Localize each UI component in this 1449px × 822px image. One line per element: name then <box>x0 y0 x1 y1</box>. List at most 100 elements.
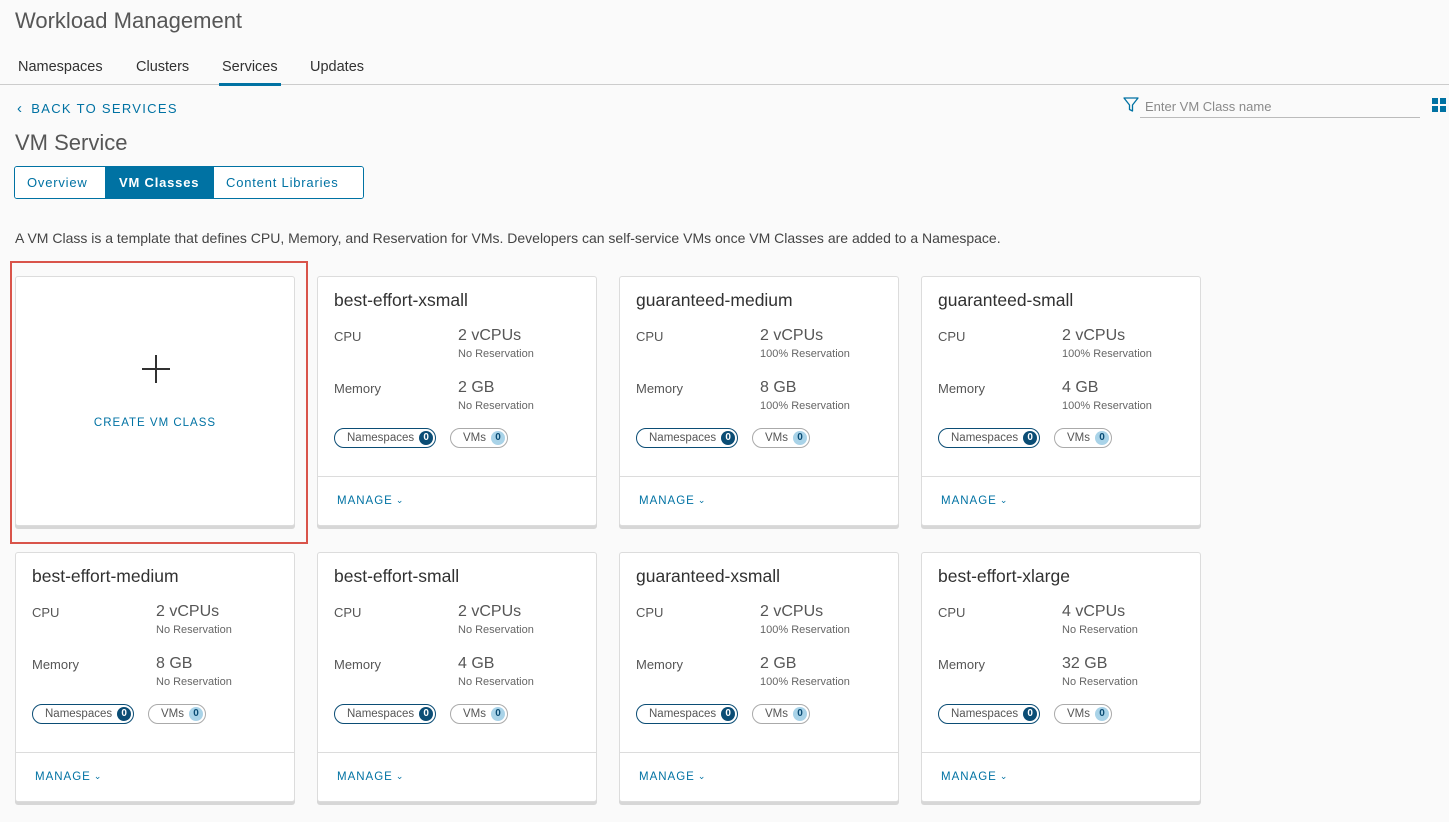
namespaces-badge[interactable]: Namespaces 0 <box>334 428 437 448</box>
memory-reservation: No Reservation <box>458 400 534 412</box>
memory-value: 2 GB <box>760 655 797 672</box>
namespaces-badge[interactable]: Namespaces 0 <box>32 704 135 724</box>
vms-count: 0 <box>189 707 203 721</box>
vms-label: VMs <box>765 708 788 720</box>
vm-service-subtabs: Overview VM Classes Content Libraries <box>14 166 364 199</box>
cpu-reservation: 100% Reservation <box>1062 348 1152 360</box>
cpu-label: CPU <box>636 605 664 620</box>
vm-class-name-input[interactable] <box>1140 96 1420 118</box>
namespaces-count: 0 <box>419 707 434 721</box>
back-to-services-link[interactable]: ‹ BACK TO SERVICES <box>17 100 178 117</box>
namespaces-badge[interactable]: Namespaces 0 <box>636 704 739 724</box>
vms-count: 0 <box>1095 431 1109 445</box>
vms-badge[interactable]: VMs 0 <box>450 428 508 448</box>
manage-button[interactable]: MANAGE ⌄ <box>941 771 1008 783</box>
memory-label: Memory <box>334 657 381 672</box>
vm-class-name: best-effort-medium <box>32 566 179 586</box>
namespaces-count: 0 <box>721 431 736 445</box>
cpu-label: CPU <box>636 329 664 344</box>
manage-button[interactable]: MANAGE ⌄ <box>639 495 706 507</box>
manage-button[interactable]: MANAGE ⌄ <box>639 771 706 783</box>
page-title: Workload Management <box>15 8 243 33</box>
vms-badge[interactable]: VMs 0 <box>1054 428 1112 448</box>
vms-badge[interactable]: VMs 0 <box>1054 704 1112 724</box>
plus-icon <box>142 355 170 383</box>
memory-value: 4 GB <box>1062 379 1099 396</box>
vms-badge[interactable]: VMs 0 <box>752 704 810 724</box>
card-footer: MANAGE ⌄ <box>318 752 596 802</box>
memory-value: 8 GB <box>156 655 193 672</box>
memory-value: 8 GB <box>760 379 797 396</box>
namespaces-count: 0 <box>419 431 434 445</box>
vms-badge[interactable]: VMs 0 <box>148 704 206 724</box>
manage-label: MANAGE <box>639 771 695 783</box>
section-title: VM Service <box>15 130 128 155</box>
vm-class-name: guaranteed-medium <box>636 290 793 310</box>
filter-icon[interactable] <box>1122 96 1140 114</box>
cpu-reservation: No Reservation <box>156 624 232 636</box>
namespaces-label: Namespaces <box>649 432 717 444</box>
tab-updates[interactable]: Updates <box>310 59 364 75</box>
manage-label: MANAGE <box>941 495 997 507</box>
cpu-value: 2 vCPUs <box>458 603 522 620</box>
memory-value: 32 GB <box>1062 655 1108 672</box>
namespaces-count: 0 <box>1023 707 1038 721</box>
cpu-label: CPU <box>334 329 362 344</box>
vms-badge[interactable]: VMs 0 <box>752 428 810 448</box>
vm-class-card: best-effort-xlarge CPU 4 vCPUs No Reserv… <box>921 552 1201 802</box>
vm-class-card: best-effort-small CPU 2 vCPUs No Reserva… <box>317 552 597 802</box>
vm-class-name: best-effort-xlarge <box>938 566 1070 586</box>
namespaces-badge[interactable]: Namespaces 0 <box>334 704 437 724</box>
tab-clusters[interactable]: Clusters <box>136 59 189 75</box>
create-vm-class-label: CREATE VM CLASS <box>93 417 217 429</box>
tab-overview[interactable]: Overview <box>15 167 106 198</box>
namespaces-badge[interactable]: Namespaces 0 <box>938 704 1041 724</box>
create-vm-class-card[interactable]: CREATE VM CLASS <box>15 276 295 526</box>
main-tabs: Namespaces Clusters Services Updates <box>0 52 1449 86</box>
card-footer: MANAGE ⌄ <box>318 476 596 526</box>
memory-label: Memory <box>938 381 985 396</box>
cpu-label: CPU <box>938 329 966 344</box>
chevron-down-icon: ⌄ <box>999 495 1009 505</box>
memory-label: Memory <box>334 381 381 396</box>
vm-class-name: best-effort-small <box>334 566 460 586</box>
memory-reservation: No Reservation <box>156 676 232 688</box>
tab-content-libraries[interactable]: Content Libraries <box>214 167 363 198</box>
manage-label: MANAGE <box>35 771 91 783</box>
vm-class-card: best-effort-medium CPU 2 vCPUs No Reserv… <box>15 552 295 802</box>
namespaces-label: Namespaces <box>347 708 415 720</box>
manage-button[interactable]: MANAGE ⌄ <box>35 771 102 783</box>
cpu-label: CPU <box>334 605 362 620</box>
namespaces-label: Namespaces <box>649 708 717 720</box>
vms-label: VMs <box>1067 708 1090 720</box>
vms-count: 0 <box>793 431 807 445</box>
tab-services[interactable]: Services <box>219 59 281 86</box>
manage-button[interactable]: MANAGE ⌄ <box>337 495 404 507</box>
cpu-value: 2 vCPUs <box>1062 327 1126 344</box>
vms-label: VMs <box>1067 432 1090 444</box>
tab-namespaces[interactable]: Namespaces <box>18 59 103 75</box>
grid-view-icon[interactable] <box>1432 98 1446 112</box>
vms-count: 0 <box>491 707 505 721</box>
vms-label: VMs <box>765 432 788 444</box>
vms-badge[interactable]: VMs 0 <box>450 704 508 724</box>
vm-class-description: A VM Class is a template that defines CP… <box>15 230 1001 246</box>
manage-label: MANAGE <box>941 771 997 783</box>
cpu-value: 2 vCPUs <box>760 327 824 344</box>
vms-count: 0 <box>491 431 505 445</box>
manage-button[interactable]: MANAGE ⌄ <box>941 495 1008 507</box>
cpu-label: CPU <box>32 605 60 620</box>
chevron-down-icon: ⌄ <box>395 771 405 781</box>
namespaces-badge[interactable]: Namespaces 0 <box>636 428 739 448</box>
memory-reservation: No Reservation <box>458 676 534 688</box>
vm-class-card: best-effort-xsmall CPU 2 vCPUs No Reserv… <box>317 276 597 526</box>
chevron-down-icon: ⌄ <box>395 495 405 505</box>
card-footer: MANAGE ⌄ <box>620 476 898 526</box>
manage-button[interactable]: MANAGE ⌄ <box>337 771 404 783</box>
vm-class-card: guaranteed-medium CPU 2 vCPUs 100% Reser… <box>619 276 899 526</box>
chevron-down-icon: ⌄ <box>999 771 1009 781</box>
namespaces-count: 0 <box>1023 431 1038 445</box>
namespaces-badge[interactable]: Namespaces 0 <box>938 428 1041 448</box>
chevron-down-icon: ⌄ <box>697 771 707 781</box>
tab-vm-classes[interactable]: VM Classes <box>106 167 214 198</box>
